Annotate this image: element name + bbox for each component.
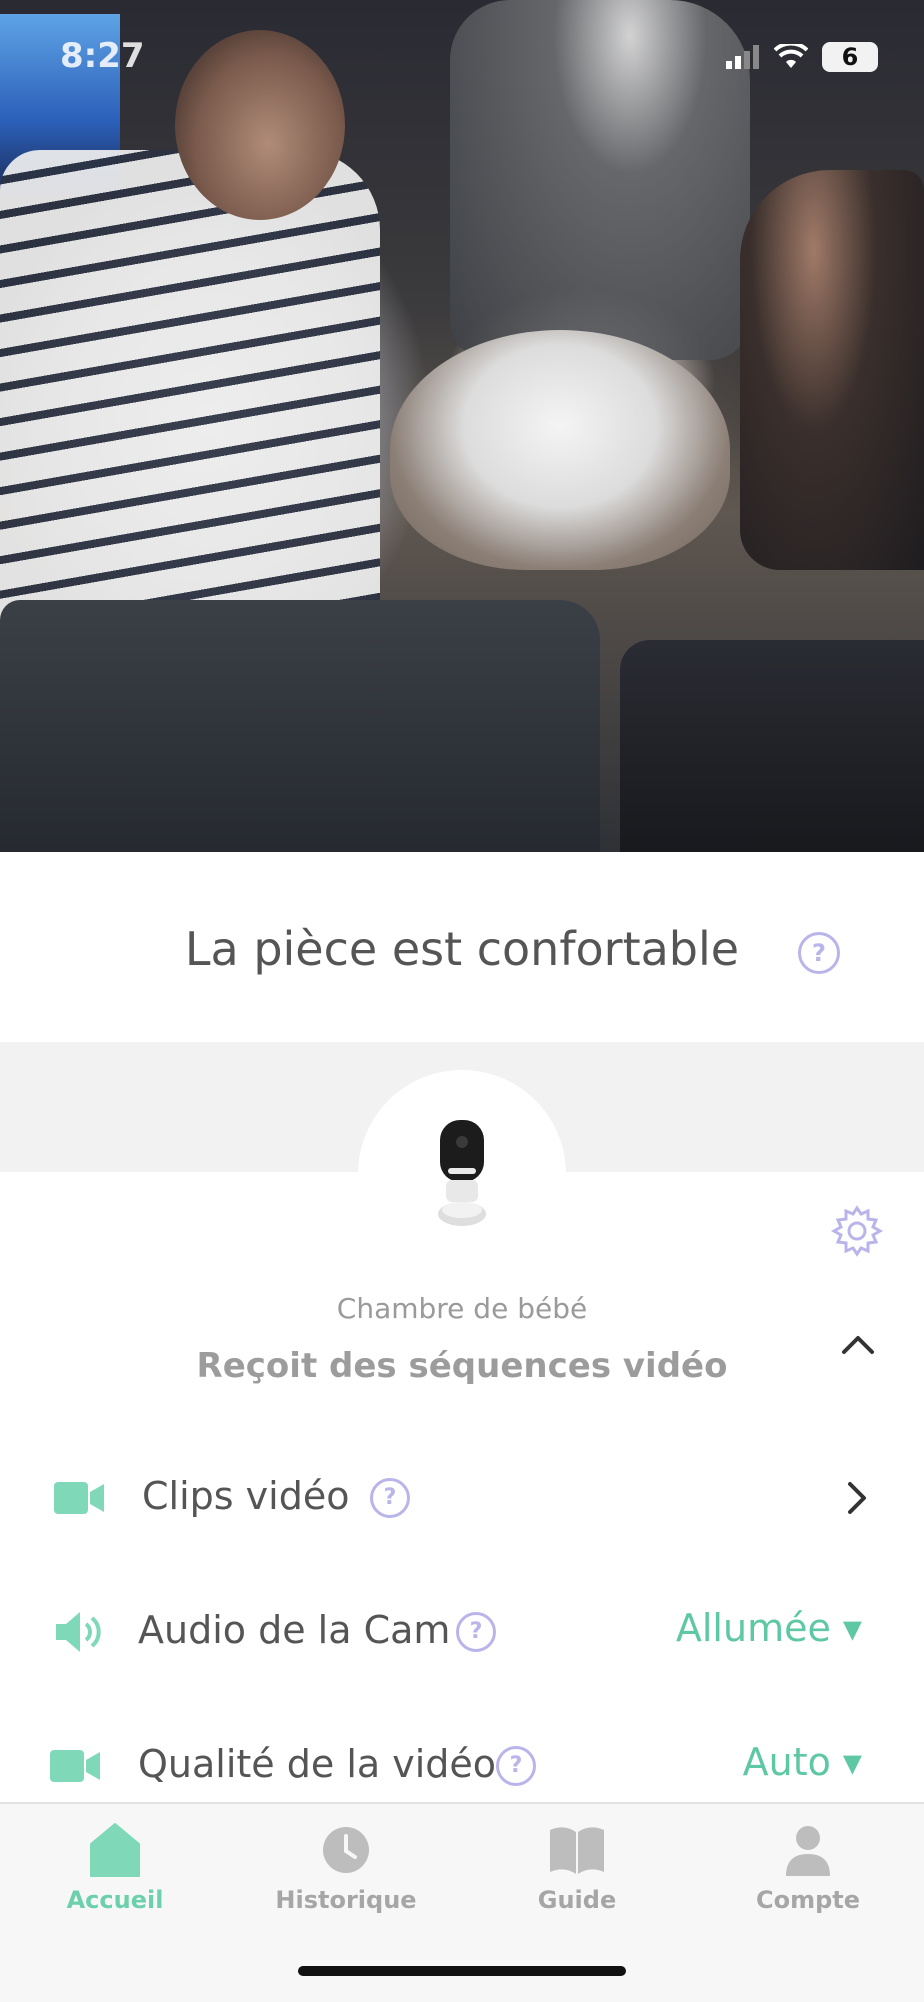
tab-label: Compte xyxy=(755,1886,861,1914)
room-comfort-help-icon[interactable]: ? xyxy=(798,932,840,974)
tab-home[interactable]: Accueil xyxy=(0,1822,230,1942)
camera-status: Reçoit des séquences vidéo xyxy=(196,1346,728,1386)
tab-label: Accueil xyxy=(66,1886,164,1914)
row-cam-audio[interactable]: Audio de la Cam ? Allumée ▾ xyxy=(0,1582,924,1682)
camera-room-name: Chambre de bébé xyxy=(336,1292,588,1325)
row-label: Qualité de la vidéo xyxy=(138,1742,497,1786)
home-icon xyxy=(90,1823,140,1877)
clock-icon xyxy=(323,1827,369,1873)
signal-icon xyxy=(726,45,759,69)
chevron-up-icon[interactable] xyxy=(838,1324,878,1364)
speaker-icon xyxy=(56,1612,101,1652)
cam-audio-dropdown[interactable]: Allumée ▾ xyxy=(676,1606,862,1650)
room-comfort-bar: La pièce est confortable ? xyxy=(0,852,924,1042)
camera-video-feed[interactable]: 8:27 6 xyxy=(0,0,924,852)
tab-history[interactable]: Historique xyxy=(231,1822,461,1942)
row-label: Clips vidéo xyxy=(142,1474,350,1518)
video-camera-icon xyxy=(54,1482,104,1514)
help-icon[interactable]: ? xyxy=(496,1746,536,1786)
home-indicator xyxy=(298,1966,626,1976)
video-camera-icon xyxy=(50,1750,100,1782)
tab-label: Guide xyxy=(537,1886,617,1914)
tab-account[interactable]: Compte xyxy=(693,1822,923,1942)
tab-label: Historique xyxy=(275,1886,417,1914)
battery-indicator: 6 xyxy=(822,42,878,72)
room-comfort-text: La pièce est confortable xyxy=(184,922,740,976)
camera-device-icon xyxy=(438,1120,486,1226)
video-quality-dropdown[interactable]: Auto ▾ xyxy=(743,1740,862,1784)
status-bar: 8:27 6 xyxy=(0,0,924,110)
status-time: 8:27 xyxy=(60,36,145,76)
row-video-quality[interactable]: Qualité de la vidéo ? Auto ▾ xyxy=(0,1716,924,1816)
tab-guide[interactable]: Guide xyxy=(462,1822,692,1942)
gear-icon[interactable] xyxy=(830,1204,884,1258)
row-label: Audio de la Cam xyxy=(138,1608,451,1652)
wifi-icon xyxy=(774,44,808,68)
chevron-right-icon[interactable] xyxy=(842,1478,872,1518)
book-icon xyxy=(550,1827,604,1874)
help-icon[interactable]: ? xyxy=(456,1612,496,1652)
help-icon[interactable]: ? xyxy=(370,1478,410,1518)
row-video-clips[interactable]: Clips vidéo ? xyxy=(0,1448,924,1548)
person-icon xyxy=(786,1826,830,1876)
